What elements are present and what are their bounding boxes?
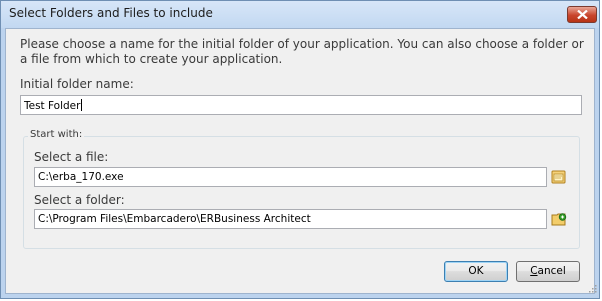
- select-file-label: Select a file:: [34, 150, 109, 164]
- intro-text: Please choose a name for the initial fol…: [20, 37, 584, 66]
- select-folder-label: Select a folder:: [34, 193, 125, 207]
- start-with-caption: Start with:: [28, 129, 85, 140]
- browse-folder-icon: [551, 213, 567, 226]
- folder-path-input[interactable]: C:\Program Files\Embarcadero\ERBusiness …: [34, 209, 547, 229]
- open-file-icon: [551, 170, 566, 184]
- initial-folder-label: Initial folder name:: [20, 77, 134, 91]
- file-path-input[interactable]: C:\erba_170.exe: [34, 167, 547, 187]
- cancel-button[interactable]: Cancel: [516, 261, 580, 282]
- browse-file-button[interactable]: [550, 168, 568, 186]
- ok-button[interactable]: OK: [444, 261, 508, 282]
- browse-folder-button[interactable]: [550, 210, 568, 228]
- cancel-accelerator: C: [530, 265, 538, 277]
- initial-folder-value: Test Folder: [24, 100, 81, 112]
- close-icon: [577, 10, 588, 19]
- file-path-value: C:\erba_170.exe: [38, 171, 124, 183]
- title-bar[interactable]: Select Folders and Files to include: [1, 1, 599, 28]
- dialog-body: Please choose a name for the initial fol…: [5, 28, 597, 294]
- window-title: Select Folders and Files to include: [9, 6, 213, 20]
- resize-grip-icon[interactable]: [589, 285, 597, 293]
- close-button[interactable]: [567, 6, 597, 23]
- initial-folder-input[interactable]: Test Folder: [20, 95, 582, 115]
- cancel-label-rest: ancel: [537, 265, 566, 277]
- dialog-window: Select Folders and Files to include Plea…: [0, 0, 600, 299]
- folder-path-value: C:\Program Files\Embarcadero\ERBusiness …: [38, 213, 311, 225]
